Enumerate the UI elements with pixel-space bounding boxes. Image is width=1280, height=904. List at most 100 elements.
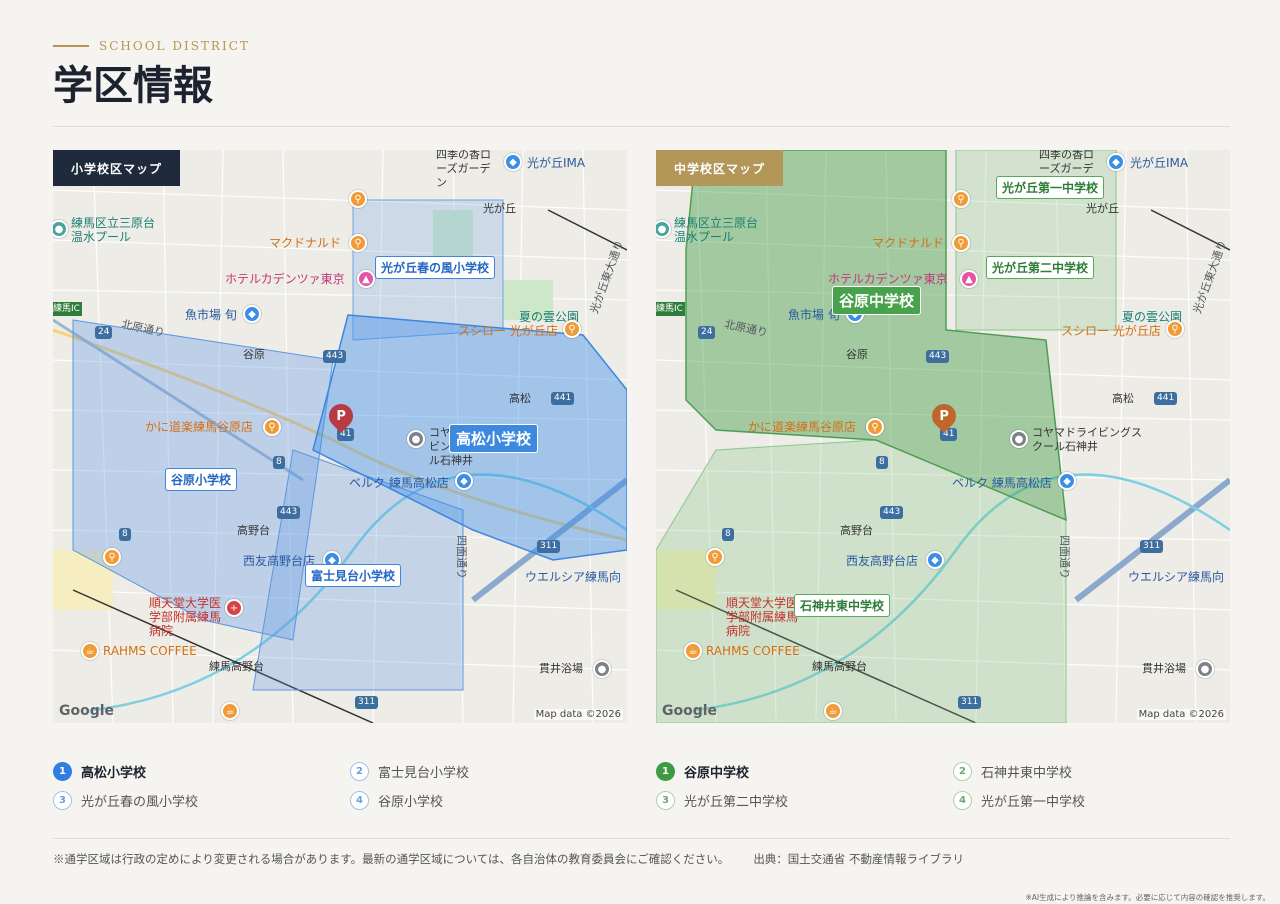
list-item[interactable]: 1 高松小学校 <box>53 760 146 782</box>
cafe-icon: ☕ <box>221 702 239 720</box>
shopping-icon: ◆ <box>455 472 473 490</box>
list-number-badge: 4 <box>953 790 972 810</box>
poi-yotsumen: 四面通り <box>1058 535 1071 579</box>
poi-takanodai: 高野台 <box>840 524 873 537</box>
route-shield-443: 443 <box>880 506 904 519</box>
route-shield-311: 311 <box>537 540 561 553</box>
poi-mcdonalds: マクドナルド <box>269 236 342 250</box>
route-shield-8: 8 <box>722 528 734 541</box>
district-label-shakujii-higashi[interactable]: 石神井東中学校 <box>794 594 891 617</box>
route-shield-8: 8 <box>119 528 131 541</box>
eyebrow: SCHOOL DISTRICT <box>53 36 250 56</box>
list-item-label: 光が丘第二中学校 <box>684 794 789 810</box>
list-item[interactable]: 3 光が丘第二中学校 <box>656 789 788 811</box>
district-label-yahara-junior[interactable]: 谷原中学校 <box>832 286 922 315</box>
list-item[interactable]: 4 谷原小学校 <box>350 789 443 811</box>
district-label-hikarigaoka-harunokaze[interactable]: 光が丘春の風小学校 <box>375 256 496 279</box>
list-item[interactable]: 2 石神井東中学校 <box>953 760 1072 782</box>
cafe-icon: ☕ <box>81 642 99 660</box>
poi-juntendo: 順天堂大学医学部附属練馬病院 <box>149 596 222 638</box>
poi-takamatsu: 高松 <box>509 392 531 405</box>
page-title: 学区情報 <box>53 62 213 109</box>
poi-berc: ベルク 練馬高松店 <box>349 476 449 490</box>
school-icon: ● <box>1010 430 1028 448</box>
poi-yotsumen: 四面通り <box>455 535 468 579</box>
poi-hotel: ホテルカデンツァ東京 <box>225 272 345 286</box>
cafe-icon: ☕ <box>684 642 702 660</box>
poi-takanodai: 高野台 <box>237 524 270 537</box>
restaurant-icon: ⚲ <box>563 320 581 338</box>
district-change-note: ※通学区域は行政の定めにより変更される場合があります。最新の通学区域については、… <box>53 852 730 866</box>
poi-mcdonalds: マクドナルド <box>872 236 945 250</box>
shopping-icon: ◆ <box>1058 472 1076 490</box>
eyebrow-rule <box>53 45 89 47</box>
route-shield-24: 24 <box>698 326 716 339</box>
poi-sushiro: スシロー 光が丘店 <box>1061 324 1161 338</box>
hotel-icon: ▲ <box>357 270 375 288</box>
poi-pool: 練馬区立三原台温水プール <box>71 216 156 244</box>
poi-hotel: ホテルカデンツァ東京 <box>828 272 948 286</box>
elementary-map-tag: 小学校区マップ <box>53 150 181 186</box>
list-item-label: 光が丘春の風小学校 <box>81 794 199 810</box>
shopping-icon: ◆ <box>1107 153 1125 171</box>
poi-kanidoraku: かに道楽練馬谷原店 <box>145 420 254 434</box>
junior-high-district-map[interactable]: 中学校区マップ 四季の香ローズガーデン ◆ 光が丘IMA 光が丘 ⚲ ● 練馬区… <box>656 150 1230 723</box>
list-item[interactable]: 2 富士見台小学校 <box>350 760 469 782</box>
poi-rahms: RAHMS COFFEE <box>103 644 197 658</box>
poi-rahms: RAHMS COFFEE <box>706 644 800 658</box>
list-item[interactable]: 3 光が丘春の風小学校 <box>53 789 198 811</box>
route-shield-441: 441 <box>551 392 575 405</box>
restaurant-icon: ⚲ <box>1166 320 1184 338</box>
list-number-badge: 3 <box>656 790 675 810</box>
school-icon: ● <box>407 430 425 448</box>
route-shield-441: 441 <box>1154 392 1178 405</box>
poi-nerima-ic: 練馬IC <box>53 302 82 316</box>
elementary-district-map[interactable]: 小学校区マップ 四季の香ローズガーデン ◆ 光が丘IMA 光が丘 ⚲ ● 練馬区… <box>53 150 627 723</box>
list-item-label: 谷原小学校 <box>378 794 444 810</box>
poi-kanidoraku: かに道楽練馬谷原店 <box>748 420 857 434</box>
bath-icon: ● <box>593 660 611 678</box>
poi-hikarigaoka-station: 光が丘 <box>1086 202 1119 215</box>
district-label-hikarigaoka-daini[interactable]: 光が丘第二中学校 <box>986 256 1095 279</box>
restaurant-icon: ⚲ <box>866 418 884 436</box>
list-number-badge: 2 <box>350 761 369 781</box>
google-logo: Google <box>662 703 718 719</box>
ai-disclaimer: ※AI生成により推論を含みます。必要に応じて内容の確認を推奨します。 <box>1025 893 1270 902</box>
list-item-label: 富士見台小学校 <box>378 765 470 781</box>
poi-koyamada: コヤマドライビングスクール石神井 <box>1032 426 1142 453</box>
route-shield-311: 311 <box>355 696 379 709</box>
poi-nerima-takanodai: 練馬高野台 <box>209 660 264 673</box>
district-label-fujimidai[interactable]: 富士見台小学校 <box>305 564 402 587</box>
list-number-badge: 3 <box>53 790 72 810</box>
list-item-label: 石神井東中学校 <box>981 765 1073 781</box>
list-item-label: 光が丘第一中学校 <box>981 794 1086 810</box>
district-label-hikarigaoka-daiichi[interactable]: 光が丘第一中学校 <box>996 176 1105 199</box>
cafe-icon: ☕ <box>824 702 842 720</box>
district-label-yahara[interactable]: 谷原小学校 <box>165 468 238 491</box>
route-shield-443: 443 <box>323 350 347 363</box>
poi-sushiro: スシロー 光が丘店 <box>458 324 558 338</box>
poi-ima: 光が丘IMA <box>1130 156 1189 170</box>
poi-nerima-ic: 練馬IC <box>656 302 685 316</box>
poi-rose-garden: 四季の香ローズガーデン <box>436 150 491 189</box>
poi-nukui-yokujo: 貫井浴場 <box>539 662 583 675</box>
list-item[interactable]: 1 谷原中学校 <box>656 760 749 782</box>
route-shield-311: 311 <box>958 696 982 709</box>
route-shield-8: 8 <box>876 456 888 469</box>
shopping-icon: ◆ <box>504 153 522 171</box>
list-number-badge: 4 <box>350 790 369 810</box>
section-header: SCHOOL DISTRICT 学区情報 <box>53 36 250 110</box>
list-number-badge: 1 <box>656 761 675 781</box>
list-item[interactable]: 4 光が丘第一中学校 <box>953 789 1085 811</box>
map-data-credit: Map data ©2026 <box>1136 709 1226 720</box>
google-logo: Google <box>59 703 115 719</box>
district-label-takamatsu[interactable]: 高松小学校 <box>449 424 539 453</box>
route-shield-311: 311 <box>1140 540 1164 553</box>
list-item-label: 谷原中学校 <box>684 765 750 781</box>
poi-welcia: ウエルシア練馬向 <box>525 570 622 584</box>
bath-icon: ● <box>1196 660 1214 678</box>
poi-yahara: 谷原 <box>846 348 868 361</box>
restaurant-icon: ⚲ <box>349 190 367 208</box>
hospital-icon: + <box>225 599 243 617</box>
restaurant-icon: ⚲ <box>706 548 724 566</box>
